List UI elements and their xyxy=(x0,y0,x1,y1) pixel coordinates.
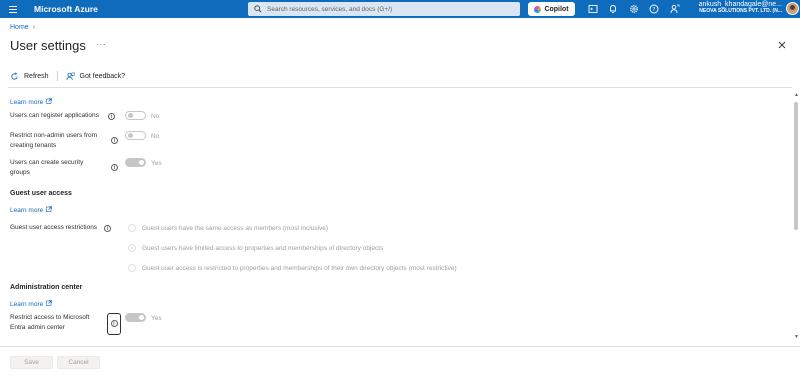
copilot-icon xyxy=(534,5,542,13)
info-icon[interactable]: i xyxy=(110,320,118,327)
learn-more-label: Learn more xyxy=(10,98,44,106)
page-title: User settings xyxy=(10,38,86,53)
scroll-up-icon[interactable]: ▲ xyxy=(794,92,799,98)
feedback-icon xyxy=(66,72,75,80)
info-icon[interactable]: i xyxy=(108,113,115,120)
learn-more-link-guest[interactable]: Learn more xyxy=(10,206,53,214)
restrict-nonadmin-line2: creating tenants xyxy=(10,142,57,149)
copilot-label: Copilot xyxy=(544,5,569,13)
restrict-admin-line1: Restrict access to Microsoft xyxy=(10,314,90,321)
info-icon[interactable]: i xyxy=(104,225,111,232)
scrollbar-thumb[interactable] xyxy=(794,102,798,230)
guest-option-label: Guest users have limited access to prope… xyxy=(142,244,384,252)
settings-gear-icon[interactable] xyxy=(628,3,640,15)
feedback-label: Got feedback? xyxy=(79,72,126,80)
learn-more-link-users[interactable]: Learn more xyxy=(10,98,53,106)
close-icon[interactable] xyxy=(777,40,787,50)
settings-content: Learn more Users can register applicatio… xyxy=(0,90,792,344)
security-groups-line1: Users can create security xyxy=(10,159,84,166)
security-groups-toggle[interactable] xyxy=(125,158,146,167)
restrict-admin-toggle[interactable] xyxy=(125,313,146,322)
search-icon xyxy=(254,5,262,13)
scroll-down-icon[interactable]: ▼ xyxy=(794,334,799,340)
restrict-nonadmin-line1: Restrict non-admin users from xyxy=(10,132,98,139)
guest-option-limited[interactable]: Guest users have limited access to prope… xyxy=(128,244,383,252)
command-bar: Refresh Got feedback? xyxy=(10,71,125,81)
learn-more-label: Learn more xyxy=(10,300,44,308)
restrict-admin-center-label: Restrict access to Microsoft Entra admin… xyxy=(10,313,89,333)
refresh-icon xyxy=(11,71,18,80)
register-apps-toggle[interactable] xyxy=(125,111,146,120)
info-icon[interactable]: i xyxy=(111,137,118,144)
help-icon[interactable]: ? xyxy=(648,3,660,15)
restrict-nonadmin-value: No xyxy=(151,133,160,140)
external-link-icon xyxy=(46,98,53,106)
admin-center-heading: Administration center xyxy=(10,284,83,291)
restrict-nonadmin-toggle[interactable] xyxy=(125,131,146,140)
refresh-label: Refresh xyxy=(24,72,49,80)
security-groups-value: Yes xyxy=(151,160,162,167)
guest-restrictions-label: Guest user access restrictions xyxy=(10,224,98,231)
chevron-right-icon: › xyxy=(32,24,36,31)
footer-bar: Save Cancel xyxy=(0,346,800,376)
radio-button[interactable] xyxy=(128,264,136,272)
avatar[interactable] xyxy=(786,2,799,15)
breadcrumb: Home › xyxy=(10,24,35,31)
more-options-icon[interactable]: ··· xyxy=(96,40,107,49)
learn-more-link-admin[interactable]: Learn more xyxy=(10,300,53,308)
external-link-icon xyxy=(46,206,53,214)
radio-button[interactable] xyxy=(128,224,136,232)
menu-icon[interactable] xyxy=(0,0,26,18)
notifications-icon[interactable] xyxy=(607,3,619,15)
refresh-button[interactable]: Refresh xyxy=(10,71,49,81)
security-groups-label: Users can create security groups xyxy=(10,158,83,178)
top-bar: Microsoft Azure Copilot ? ankush_khandag… xyxy=(0,0,800,18)
register-apps-label: Users can register applications xyxy=(10,112,99,119)
account-org: NEOVA SOLUTIONS PVT. LTD. (N... xyxy=(699,8,782,14)
security-groups-line2: groups xyxy=(10,169,30,176)
global-search[interactable] xyxy=(248,2,520,16)
guest-access-heading: Guest user access xyxy=(10,190,72,197)
copilot-button[interactable]: Copilot xyxy=(528,2,575,16)
breadcrumb-home[interactable]: Home xyxy=(10,24,29,31)
feedback-button[interactable]: Got feedback? xyxy=(66,72,126,81)
vertical-scrollbar[interactable]: ▲ ▼ xyxy=(793,90,800,344)
cancel-button[interactable]: Cancel xyxy=(57,356,100,369)
external-link-icon xyxy=(46,300,53,308)
save-button[interactable]: Save xyxy=(10,356,53,369)
account-info[interactable]: ankush_khandagale@ne... NEOVA SOLUTIONS … xyxy=(696,1,782,14)
learn-more-label: Learn more xyxy=(10,206,44,214)
restrict-nonadmin-label: Restrict non-admin users from creating t… xyxy=(10,131,97,151)
svg-text:?: ? xyxy=(653,7,656,13)
portal-brand[interactable]: Microsoft Azure xyxy=(34,4,248,14)
register-apps-value: No xyxy=(151,113,160,120)
search-input[interactable] xyxy=(267,5,507,13)
restrict-admin-value: Yes xyxy=(151,315,162,322)
restrict-admin-line2: Entra admin center xyxy=(10,324,65,331)
info-icon[interactable]: i xyxy=(111,164,118,171)
account-user: ankush_khandagale@ne... xyxy=(698,1,782,8)
guest-option-label: Guest user access is restricted to prope… xyxy=(142,264,457,272)
cloud-shell-icon[interactable] xyxy=(587,3,599,15)
header-divider xyxy=(8,87,792,88)
guest-option-inclusive[interactable]: Guest users have the same access as memb… xyxy=(128,224,328,232)
guest-option-label: Guest users have the same access as memb… xyxy=(142,224,329,232)
feedback-person-icon[interactable] xyxy=(669,3,681,15)
guest-option-restrictive[interactable]: Guest user access is restricted to prope… xyxy=(128,264,457,272)
radio-button[interactable] xyxy=(128,244,136,252)
command-separator xyxy=(56,71,58,81)
